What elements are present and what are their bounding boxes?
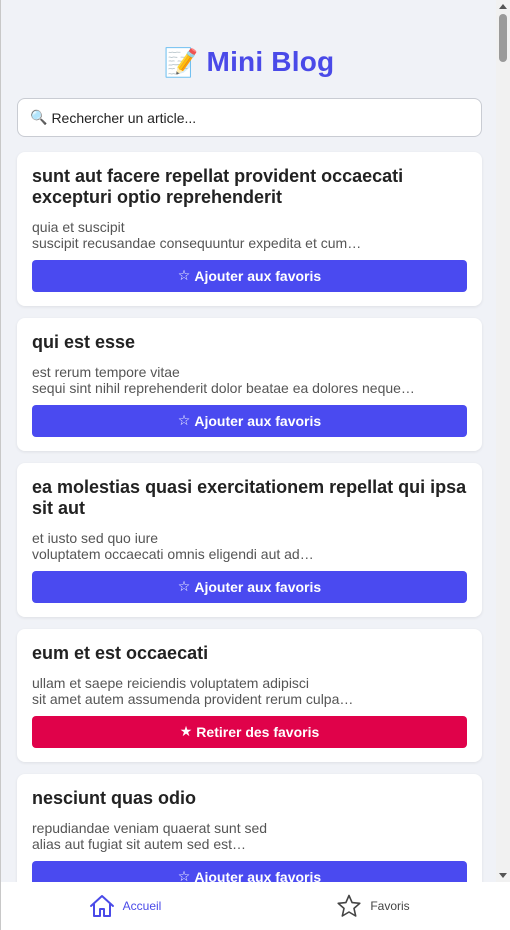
star-outline-icon: ☆ bbox=[177, 268, 191, 284]
excerpt-line: alias aut fugiat sit autem sed est… bbox=[32, 836, 246, 852]
post-card: nesciunt quas odio repudiandae veniam qu… bbox=[17, 774, 482, 882]
post-title: sunt aut facere repellat provident occae… bbox=[32, 166, 404, 207]
post-title: ea molestias quasi exercitationem repell… bbox=[32, 477, 467, 518]
button-label: Retirer des favoris bbox=[196, 724, 320, 740]
post-excerpt: ullam et saepe reiciendis voluptatem adi… bbox=[32, 675, 467, 707]
post-card: ea molestias quasi exercitationem repell… bbox=[17, 463, 482, 617]
search-bar[interactable]: 🔍 bbox=[17, 98, 482, 137]
nav-item-home[interactable]: Accueil bbox=[1, 882, 249, 930]
scroll-down-icon[interactable] bbox=[499, 873, 507, 878]
excerpt-line: repudiandae veniam quaerat sunt sed bbox=[32, 820, 268, 836]
excerpt-line: sit amet autem assumenda provident rerum… bbox=[32, 691, 354, 707]
add-favorite-button[interactable]: ☆ Ajouter aux favoris bbox=[32, 260, 467, 292]
bottom-nav: Accueil Favoris bbox=[1, 882, 496, 930]
scrollbar-corner bbox=[496, 882, 510, 930]
add-favorite-button[interactable]: ☆ Ajouter aux favoris bbox=[32, 571, 467, 603]
post-excerpt: quia et suscipit suscipit recusandae con… bbox=[32, 219, 467, 251]
excerpt-line: ullam et saepe reiciendis voluptatem adi… bbox=[32, 675, 310, 691]
post-title: nesciunt quas odio bbox=[32, 788, 197, 808]
page-title: Mini Blog bbox=[206, 46, 335, 77]
star-icon bbox=[337, 894, 361, 917]
post-card: sunt aut facere repellat provident occae… bbox=[17, 152, 482, 306]
post-excerpt: est rerum tempore vitae sequi sint nihil… bbox=[32, 364, 467, 396]
excerpt-line: suscipit recusandae consequuntur expedit… bbox=[32, 235, 362, 251]
button-label: Ajouter aux favoris bbox=[194, 579, 322, 595]
scrollbar-thumb[interactable] bbox=[499, 14, 507, 62]
post-card: eum et est occaecati ullam et saepe reic… bbox=[17, 629, 482, 762]
button-label: Ajouter aux favoris bbox=[194, 869, 322, 882]
star-outline-icon: ☆ bbox=[177, 869, 191, 882]
post-card: qui est esse est rerum tempore vitae seq… bbox=[17, 318, 482, 451]
post-excerpt: et iusto sed quo iure voluptatem occaeca… bbox=[32, 530, 467, 562]
content-area: 📝 Mini Blog 🔍 sunt aut facere repellat p… bbox=[1, 0, 496, 882]
vertical-scrollbar[interactable] bbox=[496, 0, 510, 882]
app-window: 📝 Mini Blog 🔍 sunt aut facere repellat p… bbox=[0, 0, 496, 930]
post-title: qui est esse bbox=[32, 332, 136, 352]
post-excerpt: repudiandae veniam quaerat sunt sed alia… bbox=[32, 820, 467, 852]
home-icon bbox=[89, 895, 114, 917]
remove-favorite-button[interactable]: ★ Retirer des favoris bbox=[32, 716, 467, 748]
button-label: Ajouter aux favoris bbox=[194, 268, 322, 284]
star-filled-icon: ★ bbox=[179, 724, 193, 740]
search-input[interactable] bbox=[51, 109, 481, 126]
add-favorite-button[interactable]: ☆ Ajouter aux favoris bbox=[32, 861, 467, 882]
page-header: 📝 Mini Blog bbox=[1, 40, 496, 84]
button-label: Ajouter aux favoris bbox=[194, 413, 322, 429]
scroll-up-icon[interactable] bbox=[499, 4, 507, 9]
post-title: eum et est occaecati bbox=[32, 643, 209, 663]
excerpt-line: voluptatem occaecati omnis eligendi aut … bbox=[32, 546, 314, 562]
search-icon: 🔍 bbox=[30, 109, 48, 126]
excerpt-line: sequi sint nihil reprehenderit dolor bea… bbox=[32, 380, 415, 396]
excerpt-line: est rerum tempore vitae bbox=[32, 364, 180, 380]
excerpt-line: quia et suscipit bbox=[32, 219, 125, 235]
nav-home-label: Accueil bbox=[122, 899, 162, 913]
star-outline-icon: ☆ bbox=[177, 579, 191, 595]
nav-item-favorites[interactable]: Favoris bbox=[249, 882, 496, 930]
memo-icon: 📝 bbox=[163, 45, 199, 79]
excerpt-line: et iusto sed quo iure bbox=[32, 530, 159, 546]
add-favorite-button[interactable]: ☆ Ajouter aux favoris bbox=[32, 405, 467, 437]
nav-favorites-label: Favoris bbox=[370, 899, 410, 913]
star-outline-icon: ☆ bbox=[177, 413, 191, 429]
